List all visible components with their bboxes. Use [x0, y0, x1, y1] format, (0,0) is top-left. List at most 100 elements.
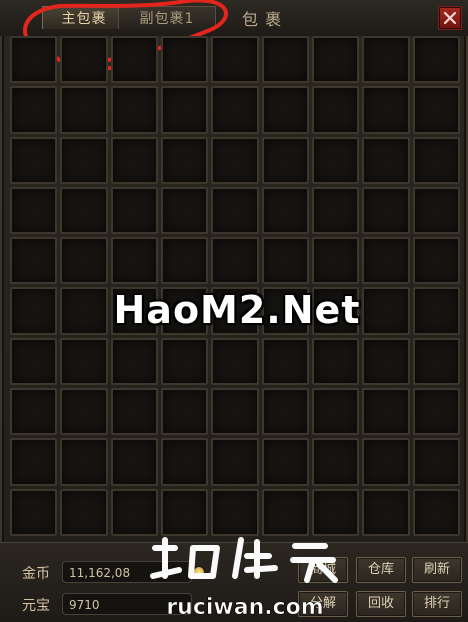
inventory-slot[interactable] — [10, 237, 58, 285]
inventory-slot[interactable] — [60, 337, 108, 386]
inventory-slot[interactable] — [211, 438, 259, 486]
inventory-slot[interactable] — [261, 186, 309, 235]
inventory-slot[interactable] — [261, 488, 309, 536]
inventory-slot[interactable] — [362, 136, 410, 184]
inventory-slot[interactable] — [362, 86, 410, 134]
inventory-slot[interactable] — [110, 488, 158, 536]
inventory-panel: 主包裹 副包裹1 包 裹 HaoM2.Net 金币 11,162,08 元宝 9… — [0, 0, 468, 622]
inventory-slot[interactable] — [261, 36, 309, 84]
shop-button[interactable]: 商城 — [298, 557, 348, 583]
inventory-slot[interactable] — [412, 237, 460, 285]
inventory-slot[interactable] — [362, 438, 410, 486]
inventory-slot[interactable] — [211, 388, 259, 436]
inventory-slot[interactable] — [160, 36, 209, 84]
inventory-slot[interactable] — [211, 136, 259, 184]
inventory-slot[interactable] — [10, 488, 58, 536]
inventory-slot[interactable] — [311, 488, 360, 536]
inventory-slot[interactable] — [160, 136, 209, 184]
inventory-slot[interactable] — [261, 136, 309, 184]
decompose-button[interactable]: 分解 — [298, 591, 348, 617]
inventory-slot[interactable] — [110, 438, 158, 486]
inventory-slot[interactable] — [110, 237, 158, 285]
inventory-slot[interactable] — [362, 388, 410, 436]
inventory-slot[interactable] — [110, 86, 158, 134]
inventory-slot[interactable] — [10, 287, 58, 335]
inventory-slot[interactable] — [110, 337, 158, 386]
gold-label: 金币 — [22, 566, 50, 582]
inventory-slot[interactable] — [160, 337, 209, 386]
tab-sub-bag-1-label: 副包裹1 — [139, 11, 195, 27]
inventory-slot[interactable] — [261, 388, 309, 436]
inventory-slot[interactable] — [211, 36, 259, 84]
inventory-slot[interactable] — [311, 388, 360, 436]
inventory-slot[interactable] — [362, 36, 410, 84]
inventory-slot[interactable] — [160, 488, 209, 536]
inventory-slot[interactable] — [110, 186, 158, 235]
inventory-slot[interactable] — [211, 488, 259, 536]
inventory-slot[interactable] — [160, 86, 209, 134]
tab-bar: 主包裹 副包裹1 包 裹 — [0, 0, 468, 36]
inventory-slot[interactable] — [362, 237, 410, 285]
tab-main-bag[interactable]: 主包裹 — [42, 6, 126, 29]
inventory-slot[interactable] — [311, 86, 360, 134]
inventory-slot[interactable] — [261, 86, 309, 134]
inventory-slot[interactable] — [211, 86, 259, 134]
inventory-slot[interactable] — [412, 287, 460, 335]
inventory-slot[interactable] — [60, 86, 108, 134]
inventory-slot[interactable] — [362, 186, 410, 235]
tab-sub-bag-1[interactable]: 副包裹1 — [118, 6, 216, 29]
warehouse-button[interactable]: 仓库 — [356, 557, 406, 583]
inventory-slot[interactable] — [211, 337, 259, 386]
sort-button[interactable]: 排行 — [412, 591, 462, 617]
inventory-slot[interactable] — [311, 337, 360, 386]
inventory-slot[interactable] — [261, 438, 309, 486]
yuanbao-value: 9710 — [62, 593, 192, 615]
inventory-slot[interactable] — [110, 388, 158, 436]
inventory-slot[interactable] — [60, 186, 108, 235]
footer-bar: 金币 11,162,08 元宝 9710 商城 分解 仓库 刷新 回收 排行 — [0, 542, 468, 622]
inventory-slot[interactable] — [412, 186, 460, 235]
inventory-slot[interactable] — [412, 86, 460, 134]
inventory-slot[interactable] — [211, 237, 259, 285]
tab-main-bag-label: 主包裹 — [61, 11, 107, 27]
inventory-slot[interactable] — [60, 488, 108, 536]
inventory-slot[interactable] — [412, 388, 460, 436]
inventory-slot[interactable] — [311, 136, 360, 184]
inventory-slot[interactable] — [160, 438, 209, 486]
refresh-button[interactable]: 刷新 — [412, 557, 462, 583]
inventory-slot[interactable] — [311, 438, 360, 486]
inventory-slot[interactable] — [60, 388, 108, 436]
inventory-slot[interactable] — [60, 36, 108, 84]
inventory-slot[interactable] — [160, 237, 209, 285]
inventory-slot[interactable] — [412, 36, 460, 84]
inventory-slot[interactable] — [10, 36, 58, 84]
inventory-slot[interactable] — [10, 136, 58, 184]
inventory-slot[interactable] — [311, 186, 360, 235]
inventory-slot[interactable] — [311, 237, 360, 285]
inventory-slot[interactable] — [311, 36, 360, 84]
close-button[interactable] — [438, 6, 462, 30]
inventory-slot[interactable] — [10, 86, 58, 134]
inventory-slot[interactable] — [362, 337, 410, 386]
inventory-slot[interactable] — [261, 337, 309, 386]
recycle-button[interactable]: 回收 — [356, 591, 406, 617]
inventory-slot[interactable] — [412, 488, 460, 536]
inventory-slot[interactable] — [412, 337, 460, 386]
inventory-slot[interactable] — [10, 388, 58, 436]
inventory-slot[interactable] — [261, 237, 309, 285]
inventory-slot[interactable] — [10, 337, 58, 386]
inventory-slot[interactable] — [412, 136, 460, 184]
inventory-slot[interactable] — [412, 438, 460, 486]
inventory-slot[interactable] — [160, 388, 209, 436]
close-icon — [443, 11, 457, 25]
inventory-slot[interactable] — [362, 488, 410, 536]
inventory-slot[interactable] — [10, 186, 58, 235]
inventory-slot[interactable] — [60, 237, 108, 285]
inventory-slot[interactable] — [60, 438, 108, 486]
inventory-slot[interactable] — [110, 136, 158, 184]
inventory-slot[interactable] — [60, 136, 108, 184]
inventory-slot[interactable] — [10, 438, 58, 486]
inventory-slot[interactable] — [160, 186, 209, 235]
inventory-slot[interactable] — [110, 36, 158, 84]
inventory-slot[interactable] — [211, 186, 259, 235]
